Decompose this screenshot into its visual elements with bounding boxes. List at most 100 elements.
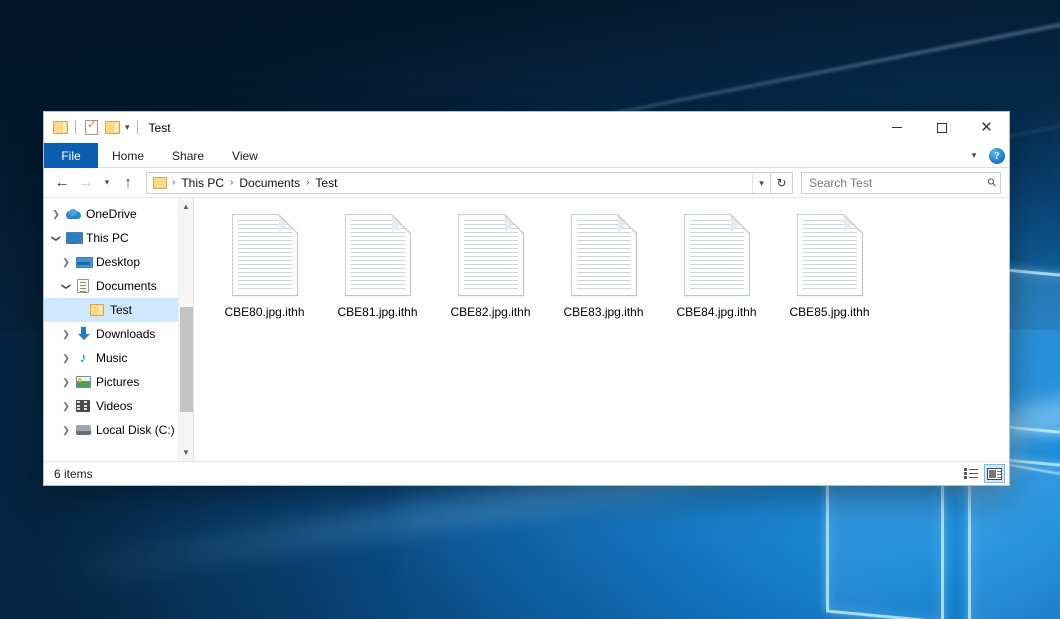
- tab-file[interactable]: File: [44, 143, 98, 168]
- list-item[interactable]: CBE85.jpg.ithh: [773, 210, 886, 336]
- file-name: CBE81.jpg.ithh: [337, 305, 417, 320]
- sidebar-item-label: Downloads: [92, 327, 155, 341]
- breadcrumb-test[interactable]: Test: [312, 176, 340, 190]
- forward-button[interactable]: →: [74, 171, 98, 195]
- generic-document-icon: [797, 214, 863, 296]
- generic-document-icon: [345, 214, 411, 296]
- documents-icon: [74, 279, 92, 293]
- chevron-right-icon[interactable]: ❯: [58, 354, 74, 363]
- sidebar-item-test[interactable]: Test: [44, 298, 193, 322]
- quick-access-toolbar: ▾: [44, 120, 140, 136]
- sidebar-item-documents[interactable]: ❯ Documents: [44, 274, 193, 298]
- address-bar-row: ← → ▾ ↑ › This PC › Documents › Test ▾ ↻…: [44, 168, 1009, 198]
- chevron-down-icon[interactable]: ❯: [52, 230, 61, 246]
- chevron-right-icon[interactable]: ❯: [58, 330, 74, 339]
- sidebar-item-music[interactable]: ❯ ♪ Music: [44, 346, 193, 370]
- tab-view[interactable]: View: [218, 143, 272, 168]
- up-button[interactable]: ↑: [116, 171, 140, 195]
- list-item[interactable]: CBE81.jpg.ithh: [321, 210, 434, 336]
- chevron-right-icon[interactable]: ❯: [58, 258, 74, 267]
- folder-icon: [88, 304, 106, 316]
- music-icon: ♪: [74, 351, 92, 365]
- large-icons-view-button[interactable]: [984, 464, 1005, 483]
- file-name: CBE82.jpg.ithh: [450, 305, 530, 320]
- breadcrumb-separator: ›: [169, 177, 178, 188]
- desktop-icon: [74, 256, 92, 268]
- sidebar-item-label: Desktop: [92, 255, 140, 269]
- ribbon-right-controls: ▾ ?: [965, 143, 1005, 168]
- sidebar-item-onedrive[interactable]: ❯ OneDrive: [44, 202, 193, 226]
- navigation-pane-scrollbar[interactable]: ▲ ▼: [178, 198, 193, 461]
- ribbon-tab-bar: File Home Share View ▾ ?: [44, 143, 1009, 168]
- back-button[interactable]: ←: [50, 171, 74, 195]
- tab-share[interactable]: Share: [158, 143, 218, 168]
- details-view-icon: [964, 468, 978, 479]
- file-name: CBE85.jpg.ithh: [789, 305, 869, 320]
- sidebar-item-label: Music: [92, 351, 127, 365]
- desktop: ▾ Test ✕ File Home Share View ▾ ? ← →: [0, 0, 1060, 619]
- chevron-right-icon[interactable]: ❯: [58, 426, 74, 435]
- details-view-button[interactable]: [960, 464, 981, 483]
- navigation-pane: ❯ OneDrive ❯ This PC ❯ Desktop ❯: [44, 198, 194, 461]
- chevron-down-icon[interactable]: ▾: [125, 123, 130, 132]
- breadcrumb-separator: ›: [303, 177, 312, 188]
- file-name: CBE83.jpg.ithh: [563, 305, 643, 320]
- chevron-right-icon[interactable]: ❯: [58, 378, 74, 387]
- disk-icon: [74, 424, 92, 436]
- new-folder-icon[interactable]: [105, 121, 120, 134]
- generic-document-icon: [684, 214, 750, 296]
- generic-document-icon: [458, 214, 524, 296]
- chevron-down-icon[interactable]: ❯: [62, 278, 71, 294]
- folder-icon[interactable]: [53, 121, 68, 134]
- sidebar-item-local-disk[interactable]: ❯ Local Disk (C:): [44, 418, 193, 442]
- chevron-down-icon[interactable]: ▾: [752, 173, 770, 193]
- chevron-up-icon[interactable]: ▲: [179, 198, 194, 215]
- sidebar-item-label: Test: [106, 303, 132, 317]
- pictures-icon: [74, 376, 92, 388]
- help-icon[interactable]: ?: [989, 148, 1005, 164]
- sidebar-item-label: Videos: [92, 399, 132, 413]
- maximize-button[interactable]: [919, 112, 964, 143]
- chevron-right-icon[interactable]: ❯: [48, 210, 64, 219]
- generic-document-icon: [232, 214, 298, 296]
- title-bar: ▾ Test ✕: [44, 112, 1009, 143]
- sidebar-item-desktop[interactable]: ❯ Desktop: [44, 250, 193, 274]
- divider: [137, 121, 138, 134]
- breadcrumb-separator: ›: [227, 177, 236, 188]
- scrollbar-thumb[interactable]: [180, 307, 193, 412]
- sidebar-item-pictures[interactable]: ❯ Pictures: [44, 370, 193, 394]
- chevron-right-icon[interactable]: ❯: [58, 402, 74, 411]
- downloads-icon: [74, 327, 92, 341]
- list-item[interactable]: CBE83.jpg.ithh: [547, 210, 660, 336]
- search-input[interactable]: Search Test ⚲: [801, 172, 1001, 194]
- recent-locations-button[interactable]: ▾: [98, 171, 116, 195]
- file-grid: CBE80.jpg.ithh CBE81.jpg.ithh: [208, 210, 1009, 336]
- list-item[interactable]: CBE84.jpg.ithh: [660, 210, 773, 336]
- file-explorer-window: ▾ Test ✕ File Home Share View ▾ ? ← →: [43, 111, 1010, 486]
- file-name: CBE80.jpg.ithh: [224, 305, 304, 320]
- list-item[interactable]: CBE80.jpg.ithh: [208, 210, 321, 336]
- window-title: Test: [149, 121, 171, 135]
- chevron-down-icon[interactable]: ▾: [965, 147, 983, 165]
- sidebar-item-label: Documents: [92, 279, 157, 293]
- scrollbar-track[interactable]: [179, 215, 194, 444]
- refresh-button[interactable]: ↻: [771, 172, 793, 194]
- search-placeholder: Search Test: [809, 176, 988, 190]
- breadcrumb-documents[interactable]: Documents: [236, 176, 303, 190]
- breadcrumb-this-pc[interactable]: This PC: [178, 176, 227, 190]
- close-button[interactable]: ✕: [964, 112, 1009, 143]
- window-controls: ✕: [874, 112, 1009, 143]
- onedrive-icon: [64, 209, 82, 219]
- sidebar-item-label: Pictures: [92, 375, 139, 389]
- window-body: ❯ OneDrive ❯ This PC ❯ Desktop ❯: [44, 198, 1009, 461]
- file-list-pane[interactable]: CBE80.jpg.ithh CBE81.jpg.ithh: [194, 198, 1009, 461]
- address-bar[interactable]: › This PC › Documents › Test ▾: [146, 172, 771, 194]
- list-item[interactable]: CBE82.jpg.ithh: [434, 210, 547, 336]
- sidebar-item-videos[interactable]: ❯ Videos: [44, 394, 193, 418]
- chevron-down-icon[interactable]: ▼: [179, 444, 194, 461]
- minimize-button[interactable]: [874, 112, 919, 143]
- sidebar-item-downloads[interactable]: ❯ Downloads: [44, 322, 193, 346]
- tab-home[interactable]: Home: [98, 143, 158, 168]
- properties-checkmark-icon[interactable]: [83, 120, 100, 136]
- sidebar-item-this-pc[interactable]: ❯ This PC: [44, 226, 193, 250]
